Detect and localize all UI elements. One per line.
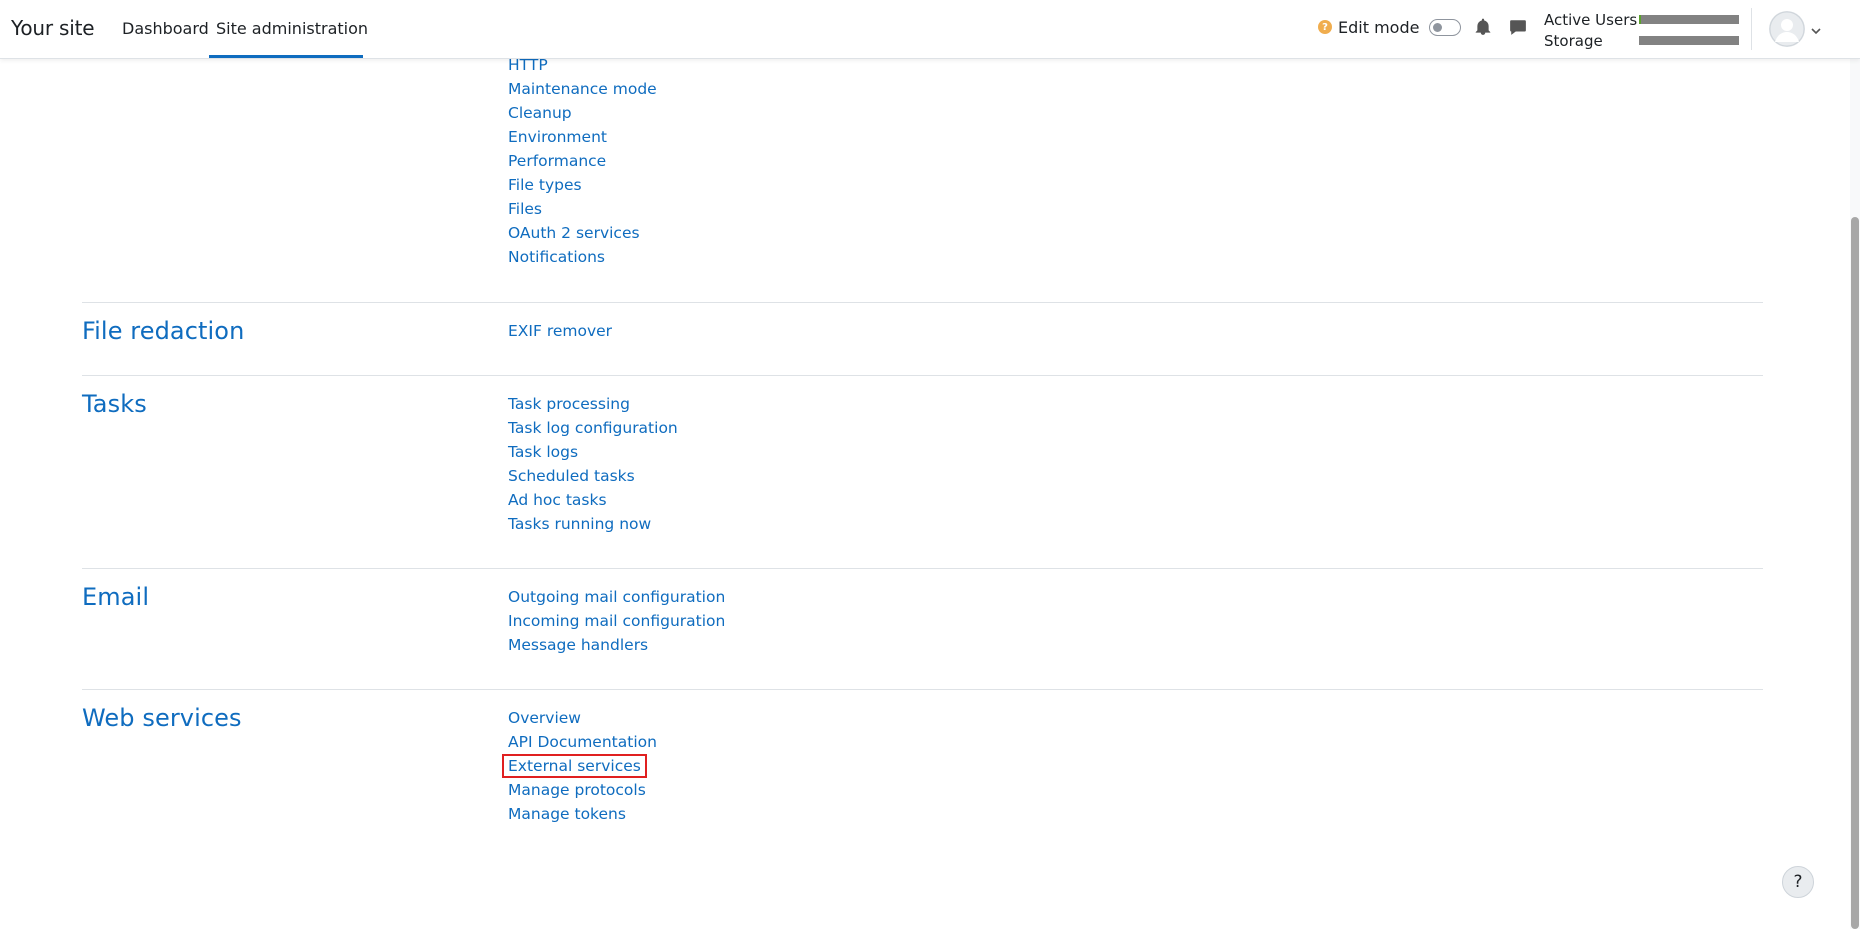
- section-tasks: Tasks Task processing Task log configura…: [82, 375, 1763, 568]
- list-item: Maintenance mode: [508, 77, 657, 101]
- nav-active-indicator: [209, 55, 363, 58]
- usage-bar-fill: [1639, 15, 1641, 24]
- admin-link[interactable]: Environment: [508, 128, 607, 146]
- list-item: OAuth 2 services: [508, 221, 657, 245]
- scrollbar-thumb[interactable]: [1851, 217, 1859, 929]
- admin-link[interactable]: Notifications: [508, 248, 605, 266]
- bell-icon[interactable]: [1474, 18, 1492, 36]
- top-navbar: Your site Dashboard Site administration …: [0, 0, 1860, 59]
- list-item: API Documentation: [508, 730, 657, 754]
- link-list: Outgoing mail configuration Incoming mai…: [508, 585, 725, 657]
- navbar-divider: [1751, 8, 1752, 50]
- section-title[interactable]: Web services: [82, 704, 242, 732]
- admin-link[interactable]: Scheduled tasks: [508, 467, 635, 485]
- list-item: Ad hoc tasks: [508, 488, 678, 512]
- site-brand[interactable]: Your site: [11, 16, 95, 40]
- section-file-redaction: File redaction EXIF remover: [82, 302, 1763, 375]
- admin-link[interactable]: File types: [508, 176, 582, 194]
- section-title[interactable]: Email: [82, 583, 149, 611]
- list-item: Message handlers: [508, 633, 725, 657]
- usage-bar: [1639, 36, 1739, 45]
- list-item: Files: [508, 197, 657, 221]
- edit-mode-help-icon[interactable]: ?: [1318, 20, 1332, 34]
- admin-link[interactable]: Manage protocols: [508, 781, 646, 799]
- list-item: Task logs: [508, 440, 678, 464]
- admin-link[interactable]: Task processing: [508, 395, 630, 413]
- usage-row-active-users: Active Users: [1544, 9, 1740, 30]
- list-item: Outgoing mail configuration: [508, 585, 725, 609]
- usage-bar: [1639, 15, 1739, 24]
- admin-link[interactable]: Task log configuration: [508, 419, 678, 437]
- section-title[interactable]: Tasks: [82, 390, 147, 418]
- list-item: Cleanup: [508, 101, 657, 125]
- admin-link[interactable]: API Documentation: [508, 733, 657, 751]
- help-button[interactable]: ?: [1782, 866, 1814, 898]
- list-item: EXIF remover: [508, 319, 612, 343]
- list-item: Task processing: [508, 392, 678, 416]
- chat-icon[interactable]: [1509, 18, 1527, 36]
- list-item: Task log configuration: [508, 416, 678, 440]
- usage-row-storage: Storage: [1544, 30, 1740, 51]
- list-item: Notifications: [508, 245, 657, 269]
- admin-link[interactable]: Ad hoc tasks: [508, 491, 607, 509]
- admin-link[interactable]: Maintenance mode: [508, 80, 657, 98]
- list-item: Scheduled tasks: [508, 464, 678, 488]
- list-item: Environment: [508, 125, 657, 149]
- link-list: Task processing Task log configuration T…: [508, 392, 678, 536]
- admin-link[interactable]: Outgoing mail configuration: [508, 588, 725, 606]
- list-item: Performance: [508, 149, 657, 173]
- chevron-down-icon[interactable]: [1810, 22, 1822, 35]
- usage-label: Active Users: [1544, 10, 1638, 29]
- list-item: Manage protocols: [508, 778, 657, 802]
- edit-mode-label: Edit mode: [1338, 17, 1420, 37]
- usage-meters: Active Users Storage: [1544, 9, 1740, 51]
- external-services-link[interactable]: External services: [502, 754, 647, 778]
- admin-link[interactable]: Cleanup: [508, 104, 572, 122]
- admin-link[interactable]: Message handlers: [508, 636, 648, 654]
- admin-link[interactable]: EXIF remover: [508, 322, 612, 340]
- admin-link[interactable]: Manage tokens: [508, 805, 626, 823]
- admin-link[interactable]: Overview: [508, 709, 581, 727]
- section-web-services: Web services Overview API Documentation …: [82, 689, 1763, 849]
- admin-link[interactable]: Files: [508, 200, 542, 218]
- list-item: Manage tokens: [508, 802, 657, 826]
- section-title[interactable]: File redaction: [82, 317, 244, 345]
- admin-link[interactable]: Task logs: [508, 443, 578, 461]
- admin-link[interactable]: Tasks running now: [508, 515, 651, 533]
- edit-mode-control: ? Edit mode: [1318, 15, 1462, 39]
- list-item: Incoming mail configuration: [508, 609, 725, 633]
- edit-mode-toggle[interactable]: [1429, 18, 1462, 36]
- nav-dashboard[interactable]: Dashboard: [122, 19, 209, 38]
- nav-site-administration[interactable]: Site administration: [216, 19, 368, 38]
- admin-link[interactable]: Performance: [508, 152, 606, 170]
- admin-link[interactable]: Incoming mail configuration: [508, 612, 725, 630]
- list-item: External services: [502, 754, 657, 778]
- link-list: HTTP Maintenance mode Cleanup Environmen…: [508, 53, 657, 269]
- list-item: Tasks running now: [508, 512, 678, 536]
- avatar[interactable]: [1769, 11, 1805, 47]
- admin-link[interactable]: OAuth 2 services: [508, 224, 640, 242]
- link-list: EXIF remover: [508, 319, 612, 343]
- section-email: Email Outgoing mail configuration Incomi…: [82, 568, 1763, 689]
- list-item: Overview: [508, 706, 657, 730]
- list-item: File types: [508, 173, 657, 197]
- usage-label: Storage: [1544, 31, 1603, 50]
- link-list: Overview API Documentation External serv…: [502, 706, 657, 826]
